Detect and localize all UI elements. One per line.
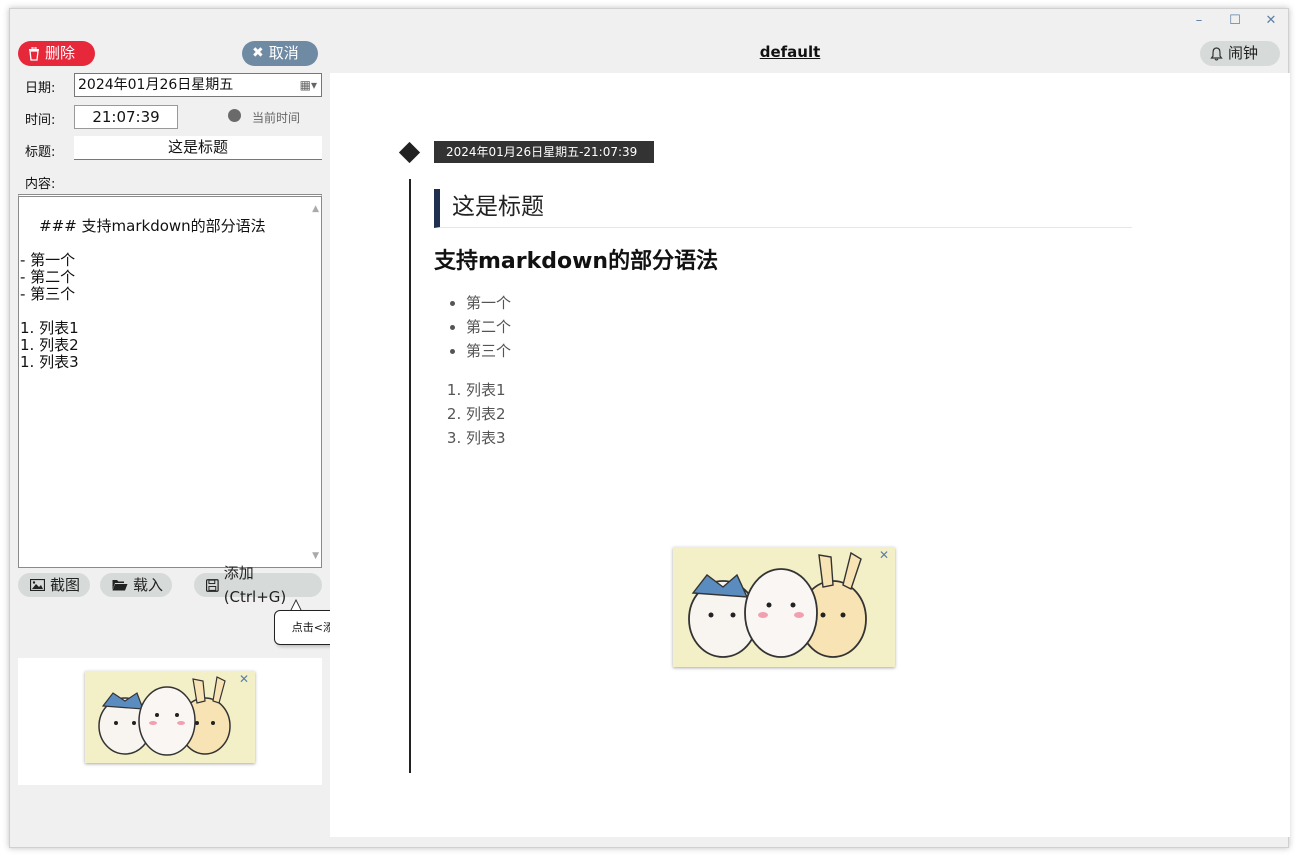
ad-characters-illustration xyxy=(673,547,895,667)
app-window: – ☐ ✕ 删除 ✖ 取消 default 闹钟 日期: 2024年01月26日… xyxy=(9,8,1290,848)
bullet-item: 第三个 xyxy=(466,339,511,363)
title-input[interactable]: 这是标题 xyxy=(74,136,322,160)
current-time-radio[interactable] xyxy=(228,109,241,122)
timeline-line xyxy=(409,179,411,773)
title-label: 标题: xyxy=(25,145,56,160)
current-time-label[interactable]: 当前时间 xyxy=(252,109,300,126)
content-label: 内容: xyxy=(25,177,56,192)
cancel-button[interactable]: ✖ 取消 xyxy=(242,41,318,66)
timeline-diamond-icon xyxy=(398,141,421,164)
bullet-item: 第二个 xyxy=(466,315,511,339)
ad-banner-image[interactable]: ✕ xyxy=(85,671,255,763)
calendar-dropdown-icon[interactable]: ▦▾ xyxy=(300,74,317,96)
bell-icon xyxy=(1210,46,1223,61)
left-ad-panel: ✕ xyxy=(18,658,322,785)
date-label: 日期: xyxy=(25,81,56,96)
delete-button-label: 删除 xyxy=(45,44,76,62)
bullet-item: 第一个 xyxy=(466,291,511,315)
maximize-button[interactable]: ☐ xyxy=(1228,13,1242,29)
load-button-label: 载入 xyxy=(133,576,164,594)
ad-close-icon[interactable]: ✕ xyxy=(879,548,889,562)
image-icon xyxy=(30,579,45,591)
markdown-numbered-list: 列表1 列表2 列表3 xyxy=(466,378,506,450)
numbered-item: 列表3 xyxy=(466,426,506,450)
folder-open-icon xyxy=(112,580,128,591)
markdown-bullet-list: 第一个 第二个 第三个 xyxy=(466,291,511,363)
numbered-item: 列表1 xyxy=(466,378,506,402)
floating-ad-image[interactable]: ✕ xyxy=(673,547,895,667)
ad-close-icon[interactable]: ✕ xyxy=(239,672,249,686)
preview-pane: 2024年01月26日星期五-21:07:39 这是标题 支持markdown的… xyxy=(330,73,1290,837)
markdown-heading: 支持markdown的部分语法 xyxy=(434,249,719,274)
load-button[interactable]: 载入 xyxy=(100,573,172,597)
add-button[interactable]: 添加(Ctrl+G) xyxy=(194,564,322,606)
screenshot-button-label: 截图 xyxy=(50,576,81,594)
content-text: ### 支持markdown的部分语法 - 第一个 - 第二个 - 第三个 1.… xyxy=(20,217,266,371)
save-disk-icon xyxy=(206,578,219,592)
entry-date-tag: 2024年01月26日星期五-21:07:39 xyxy=(434,141,654,163)
date-picker[interactable]: 2024年01月26日星期五 ▦▾ xyxy=(74,73,322,97)
minimize-button[interactable]: – xyxy=(1192,13,1206,29)
time-label: 时间: xyxy=(25,113,56,128)
alarm-button[interactable]: 闹钟 xyxy=(1200,41,1280,66)
entry-title: 这是标题 xyxy=(434,189,1132,228)
alarm-button-label: 闹钟 xyxy=(1228,44,1259,62)
scroll-up-arrow-icon[interactable]: ▲ xyxy=(312,201,319,218)
cancel-button-label: 取消 xyxy=(268,44,299,62)
content-textarea[interactable]: ### 支持markdown的部分语法 - 第一个 - 第二个 - 第三个 1.… xyxy=(18,194,322,568)
close-x-icon: ✖ xyxy=(252,45,264,61)
window-controls: – ☐ ✕ xyxy=(1192,13,1278,29)
trash-icon xyxy=(29,46,39,61)
time-input[interactable]: 21:07:39 xyxy=(74,105,178,129)
close-button[interactable]: ✕ xyxy=(1264,13,1278,29)
ad-characters-illustration xyxy=(85,671,255,763)
screenshot-button[interactable]: 截图 xyxy=(18,573,90,597)
date-value: 2024年01月26日星期五 xyxy=(78,77,234,93)
document-title[interactable]: default xyxy=(750,43,830,61)
numbered-item: 列表2 xyxy=(466,402,506,426)
delete-button[interactable]: 删除 xyxy=(18,41,95,66)
